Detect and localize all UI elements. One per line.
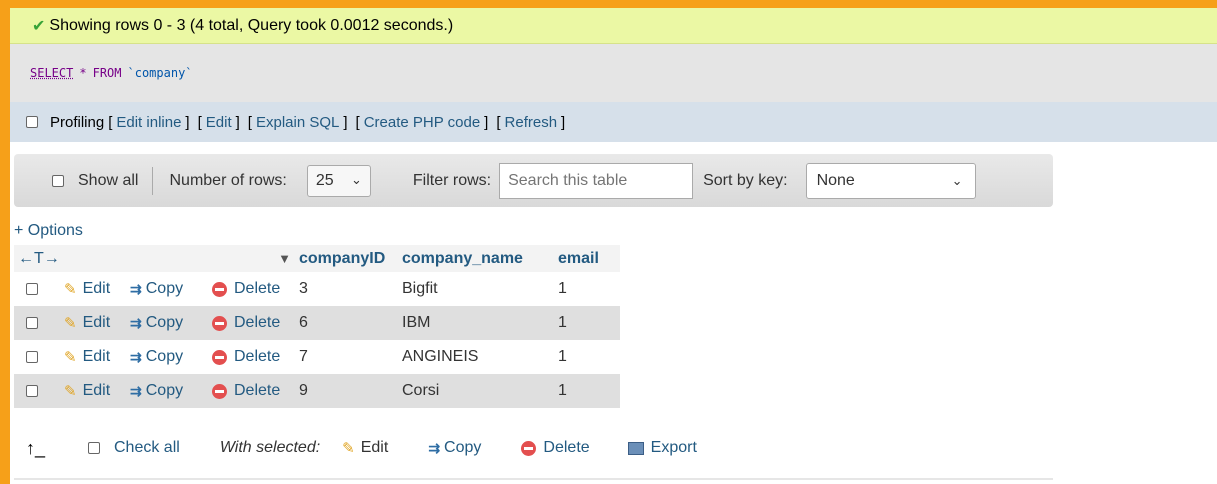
bulk-delete-button[interactable]: Delete [521,439,590,457]
bulk-edit-button[interactable]: ✎ Edit [342,439,388,457]
row-copy-button[interactable]: ⇉ Copy [130,314,212,332]
row-delete-button[interactable]: Delete [212,348,297,366]
edit-query-link[interactable]: Edit [206,114,232,131]
delete-icon [212,315,227,331]
cell-email[interactable]: 1 [554,382,618,400]
pencil-icon: ✎ [64,383,77,400]
edit-inline-link[interactable]: Edit inline [116,114,181,131]
row-edit-button[interactable]: ✎ Edit [64,382,130,400]
sql-query-box: SELECT * FROM `company` [10,44,1217,102]
cell-company-name[interactable]: ANGINEIS [399,348,554,366]
cell-company-name[interactable]: Corsi [399,382,554,400]
profiling-label: Profiling [50,113,105,131]
column-header-company-name[interactable]: company_name [399,250,554,268]
frame-top-border [0,0,1217,8]
cell-email[interactable]: 1 [554,348,618,366]
row-delete-button[interactable]: Delete [212,314,297,332]
row-edit-button[interactable]: ✎ Edit [64,280,130,298]
copy-icon: ⇉ [130,280,142,297]
sql-star: * [79,66,87,80]
chevron-down-icon: ⌄ [350,171,362,187]
row-checkbox[interactable] [26,282,38,295]
options-link[interactable]: + Options [14,222,83,240]
check-all-label[interactable]: Check all [114,439,180,457]
row-checkbox[interactable] [26,316,38,329]
bulk-export-button[interactable]: Export [627,439,697,457]
cell-company-name[interactable]: Bigfit [399,280,554,298]
pencil-icon: ✎ [64,281,77,298]
cell-email[interactable]: 1 [554,280,618,298]
column-header-companyid[interactable]: companyID [297,250,399,268]
sql-table-name: `company` [127,66,193,80]
cell-companyid[interactable]: 6 [297,314,399,332]
rows-count-value: 25 [315,171,334,189]
sql-select-keyword[interactable]: SELECT [30,66,73,80]
table-header-row: ←T→ ▼ companyID company_name email [14,245,620,272]
copy-icon: ⇉ [130,382,142,399]
row-delete-button[interactable]: Delete [212,382,297,400]
pencil-icon: ✎ [342,440,355,457]
profiling-bar: Profiling [Edit inline] [Edit] [Explain … [10,102,1217,142]
row-checkbox[interactable] [26,350,38,363]
row-edit-button[interactable]: ✎ Edit [64,348,130,366]
results-table: ←T→ ▼ companyID company_name email ✎ Edit… [14,245,620,408]
copy-icon: ⇉ [428,439,440,456]
show-all-label[interactable]: Show all [78,172,138,190]
up-arrow-icon: ↑_ [26,437,46,458]
checkmark-icon: ✔ [32,17,46,35]
table-row: ✎ Edit ⇉ Copy Delete 7 ANGINEIS 1 [14,340,620,374]
column-arrows-header: ←T→ ▼ [14,250,297,268]
explain-sql-link[interactable]: Explain SQL [256,114,339,131]
export-icon [627,441,644,455]
filter-rows-label: Filter rows: [412,171,492,189]
copy-icon: ⇉ [130,314,142,331]
sql-from-keyword: FROM [92,66,122,80]
row-delete-button[interactable]: Delete [212,280,297,298]
sort-by-key-label: Sort by key: [703,171,788,189]
show-all-checkbox[interactable] [52,174,64,187]
pencil-icon: ✎ [64,315,77,332]
column-resize-arrows-icon[interactable]: ←T→ [18,250,60,268]
refresh-link[interactable]: Refresh [505,114,558,131]
with-selected-label: With selected: [219,439,321,456]
sort-by-key-select[interactable]: None ⌄ [805,162,976,199]
cell-company-name[interactable]: IBM [399,314,554,332]
bulk-copy-button[interactable]: ⇉ Copy [428,439,481,457]
success-text: Showing rows 0 - 3 (4 total, Query took … [49,16,454,34]
navigation-bar: Show all Number of rows: 25 ⌄ Filter row… [14,154,1053,207]
profiling-checkbox[interactable] [26,116,38,128]
row-checkbox[interactable] [26,384,38,397]
row-copy-button[interactable]: ⇉ Copy [130,280,212,298]
sort-by-key-value: None [816,171,855,189]
bulk-actions-bar: ↑_ Check all With selected: ✎ Edit ⇉ Copy … [14,433,914,463]
delete-icon [212,383,227,399]
column-header-email[interactable]: email [554,250,618,268]
cell-email[interactable]: 1 [554,314,618,332]
cell-companyid[interactable]: 3 [297,280,399,298]
delete-icon [521,440,537,456]
delete-icon [212,281,227,297]
copy-icon: ⇉ [130,348,142,365]
chevron-down-icon: ⌄ [951,172,963,188]
cell-companyid[interactable]: 9 [297,382,399,400]
create-php-code-link[interactable]: Create PHP code [364,114,480,131]
check-all-checkbox[interactable] [88,442,100,454]
table-row: ✎ Edit ⇉ Copy Delete 9 Corsi 1 [14,374,620,408]
row-copy-button[interactable]: ⇉ Copy [130,382,212,400]
rows-count-label: Number of rows: [169,171,287,189]
table-row: ✎ Edit ⇉ Copy Delete 3 Bigfit 1 [14,272,620,306]
sort-dropdown-icon[interactable]: ▼ [278,251,291,266]
row-edit-button[interactable]: ✎ Edit [64,314,130,332]
pencil-icon: ✎ [64,349,77,366]
success-message: ✔ Showing rows 0 - 3 (4 total, Query too… [10,8,1217,44]
frame-left-border [0,0,10,484]
nav-separator [152,166,154,195]
row-copy-button[interactable]: ⇉ Copy [130,348,212,366]
filter-rows-input[interactable] [499,162,694,199]
rows-count-select[interactable]: 25 ⌄ [306,164,371,197]
bottom-divider [14,478,1053,480]
table-row: ✎ Edit ⇉ Copy Delete 6 IBM 1 [14,306,620,340]
delete-icon [212,349,227,365]
cell-companyid[interactable]: 7 [297,348,399,366]
